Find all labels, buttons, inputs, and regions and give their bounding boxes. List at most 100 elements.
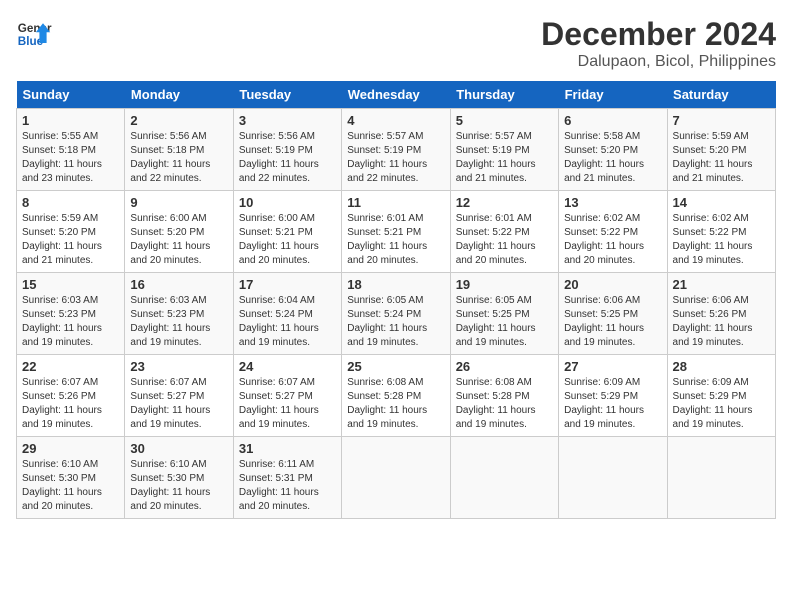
day-info: Sunrise: 6:03 AMSunset: 5:23 PMDaylight:… bbox=[130, 295, 210, 348]
day-info: Sunrise: 6:04 AMSunset: 5:24 PMDaylight:… bbox=[239, 295, 319, 348]
day-cell: 30 Sunrise: 6:10 AMSunset: 5:30 PMDaylig… bbox=[125, 437, 233, 519]
day-number: 17 bbox=[239, 277, 336, 292]
title-area: December 2024 Dalupaon, Bicol, Philippin… bbox=[541, 16, 776, 71]
week-row-5: 29 Sunrise: 6:10 AMSunset: 5:30 PMDaylig… bbox=[17, 437, 776, 519]
day-info: Sunrise: 6:01 AMSunset: 5:22 PMDaylight:… bbox=[456, 213, 536, 266]
day-info: Sunrise: 6:05 AMSunset: 5:24 PMDaylight:… bbox=[347, 295, 427, 348]
col-header-thursday: Thursday bbox=[450, 81, 558, 109]
day-cell: 20 Sunrise: 6:06 AMSunset: 5:25 PMDaylig… bbox=[559, 273, 667, 355]
day-cell: 26 Sunrise: 6:08 AMSunset: 5:28 PMDaylig… bbox=[450, 355, 558, 437]
day-number: 6 bbox=[564, 113, 661, 128]
day-cell bbox=[667, 437, 775, 519]
day-number: 5 bbox=[456, 113, 553, 128]
day-info: Sunrise: 6:00 AMSunset: 5:20 PMDaylight:… bbox=[130, 213, 210, 266]
day-info: Sunrise: 6:02 AMSunset: 5:22 PMDaylight:… bbox=[564, 213, 644, 266]
day-cell: 7 Sunrise: 5:59 AMSunset: 5:20 PMDayligh… bbox=[667, 109, 775, 191]
day-cell: 31 Sunrise: 6:11 AMSunset: 5:31 PMDaylig… bbox=[233, 437, 341, 519]
col-header-wednesday: Wednesday bbox=[342, 81, 450, 109]
day-info: Sunrise: 6:06 AMSunset: 5:25 PMDaylight:… bbox=[564, 295, 644, 348]
day-cell: 4 Sunrise: 5:57 AMSunset: 5:19 PMDayligh… bbox=[342, 109, 450, 191]
day-number: 29 bbox=[22, 441, 119, 456]
day-cell: 14 Sunrise: 6:02 AMSunset: 5:22 PMDaylig… bbox=[667, 191, 775, 273]
day-cell bbox=[342, 437, 450, 519]
week-row-3: 15 Sunrise: 6:03 AMSunset: 5:23 PMDaylig… bbox=[17, 273, 776, 355]
day-cell: 21 Sunrise: 6:06 AMSunset: 5:26 PMDaylig… bbox=[667, 273, 775, 355]
day-number: 22 bbox=[22, 359, 119, 374]
day-number: 2 bbox=[130, 113, 227, 128]
day-info: Sunrise: 6:07 AMSunset: 5:27 PMDaylight:… bbox=[130, 377, 210, 430]
day-info: Sunrise: 6:01 AMSunset: 5:21 PMDaylight:… bbox=[347, 213, 427, 266]
day-info: Sunrise: 6:02 AMSunset: 5:22 PMDaylight:… bbox=[673, 213, 753, 266]
day-info: Sunrise: 6:08 AMSunset: 5:28 PMDaylight:… bbox=[456, 377, 536, 430]
day-info: Sunrise: 5:56 AMSunset: 5:18 PMDaylight:… bbox=[130, 131, 210, 184]
day-info: Sunrise: 5:57 AMSunset: 5:19 PMDaylight:… bbox=[347, 131, 427, 184]
day-number: 30 bbox=[130, 441, 227, 456]
col-header-friday: Friday bbox=[559, 81, 667, 109]
col-header-saturday: Saturday bbox=[667, 81, 775, 109]
day-info: Sunrise: 6:08 AMSunset: 5:28 PMDaylight:… bbox=[347, 377, 427, 430]
day-cell bbox=[559, 437, 667, 519]
day-info: Sunrise: 6:09 AMSunset: 5:29 PMDaylight:… bbox=[673, 377, 753, 430]
day-cell: 29 Sunrise: 6:10 AMSunset: 5:30 PMDaylig… bbox=[17, 437, 125, 519]
day-cell: 8 Sunrise: 5:59 AMSunset: 5:20 PMDayligh… bbox=[17, 191, 125, 273]
col-header-sunday: Sunday bbox=[17, 81, 125, 109]
day-number: 23 bbox=[130, 359, 227, 374]
day-number: 13 bbox=[564, 195, 661, 210]
week-row-2: 8 Sunrise: 5:59 AMSunset: 5:20 PMDayligh… bbox=[17, 191, 776, 273]
day-info: Sunrise: 5:57 AMSunset: 5:19 PMDaylight:… bbox=[456, 131, 536, 184]
day-cell: 3 Sunrise: 5:56 AMSunset: 5:19 PMDayligh… bbox=[233, 109, 341, 191]
day-cell: 5 Sunrise: 5:57 AMSunset: 5:19 PMDayligh… bbox=[450, 109, 558, 191]
day-number: 12 bbox=[456, 195, 553, 210]
day-info: Sunrise: 6:10 AMSunset: 5:30 PMDaylight:… bbox=[22, 459, 102, 512]
day-number: 4 bbox=[347, 113, 444, 128]
col-header-tuesday: Tuesday bbox=[233, 81, 341, 109]
day-cell: 28 Sunrise: 6:09 AMSunset: 5:29 PMDaylig… bbox=[667, 355, 775, 437]
day-number: 14 bbox=[673, 195, 770, 210]
day-number: 28 bbox=[673, 359, 770, 374]
day-cell: 22 Sunrise: 6:07 AMSunset: 5:26 PMDaylig… bbox=[17, 355, 125, 437]
day-number: 11 bbox=[347, 195, 444, 210]
header: General Blue December 2024 Dalupaon, Bic… bbox=[16, 16, 776, 71]
day-number: 9 bbox=[130, 195, 227, 210]
day-info: Sunrise: 6:07 AMSunset: 5:27 PMDaylight:… bbox=[239, 377, 319, 430]
day-info: Sunrise: 6:03 AMSunset: 5:23 PMDaylight:… bbox=[22, 295, 102, 348]
day-info: Sunrise: 5:55 AMSunset: 5:18 PMDaylight:… bbox=[22, 131, 102, 184]
header-row: SundayMondayTuesdayWednesdayThursdayFrid… bbox=[17, 81, 776, 109]
day-cell: 15 Sunrise: 6:03 AMSunset: 5:23 PMDaylig… bbox=[17, 273, 125, 355]
day-number: 19 bbox=[456, 277, 553, 292]
day-cell bbox=[450, 437, 558, 519]
day-info: Sunrise: 5:56 AMSunset: 5:19 PMDaylight:… bbox=[239, 131, 319, 184]
day-cell: 19 Sunrise: 6:05 AMSunset: 5:25 PMDaylig… bbox=[450, 273, 558, 355]
day-number: 3 bbox=[239, 113, 336, 128]
day-info: Sunrise: 6:05 AMSunset: 5:25 PMDaylight:… bbox=[456, 295, 536, 348]
day-cell: 16 Sunrise: 6:03 AMSunset: 5:23 PMDaylig… bbox=[125, 273, 233, 355]
col-header-monday: Monday bbox=[125, 81, 233, 109]
day-cell: 11 Sunrise: 6:01 AMSunset: 5:21 PMDaylig… bbox=[342, 191, 450, 273]
day-info: Sunrise: 6:11 AMSunset: 5:31 PMDaylight:… bbox=[239, 459, 319, 512]
day-info: Sunrise: 6:10 AMSunset: 5:30 PMDaylight:… bbox=[130, 459, 210, 512]
day-number: 16 bbox=[130, 277, 227, 292]
day-number: 24 bbox=[239, 359, 336, 374]
day-cell: 6 Sunrise: 5:58 AMSunset: 5:20 PMDayligh… bbox=[559, 109, 667, 191]
calendar-table: SundayMondayTuesdayWednesdayThursdayFrid… bbox=[16, 81, 776, 519]
day-cell: 12 Sunrise: 6:01 AMSunset: 5:22 PMDaylig… bbox=[450, 191, 558, 273]
day-number: 8 bbox=[22, 195, 119, 210]
day-number: 1 bbox=[22, 113, 119, 128]
logo: General Blue bbox=[16, 16, 52, 52]
day-number: 15 bbox=[22, 277, 119, 292]
day-cell: 18 Sunrise: 6:05 AMSunset: 5:24 PMDaylig… bbox=[342, 273, 450, 355]
week-row-1: 1 Sunrise: 5:55 AMSunset: 5:18 PMDayligh… bbox=[17, 109, 776, 191]
day-cell: 24 Sunrise: 6:07 AMSunset: 5:27 PMDaylig… bbox=[233, 355, 341, 437]
day-cell: 25 Sunrise: 6:08 AMSunset: 5:28 PMDaylig… bbox=[342, 355, 450, 437]
day-info: Sunrise: 5:59 AMSunset: 5:20 PMDaylight:… bbox=[673, 131, 753, 184]
day-cell: 2 Sunrise: 5:56 AMSunset: 5:18 PMDayligh… bbox=[125, 109, 233, 191]
day-number: 10 bbox=[239, 195, 336, 210]
day-cell: 10 Sunrise: 6:00 AMSunset: 5:21 PMDaylig… bbox=[233, 191, 341, 273]
day-cell: 23 Sunrise: 6:07 AMSunset: 5:27 PMDaylig… bbox=[125, 355, 233, 437]
location-subtitle: Dalupaon, Bicol, Philippines bbox=[541, 53, 776, 71]
day-cell: 1 Sunrise: 5:55 AMSunset: 5:18 PMDayligh… bbox=[17, 109, 125, 191]
day-cell: 13 Sunrise: 6:02 AMSunset: 5:22 PMDaylig… bbox=[559, 191, 667, 273]
month-title: December 2024 bbox=[541, 16, 776, 53]
day-info: Sunrise: 6:00 AMSunset: 5:21 PMDaylight:… bbox=[239, 213, 319, 266]
day-number: 31 bbox=[239, 441, 336, 456]
